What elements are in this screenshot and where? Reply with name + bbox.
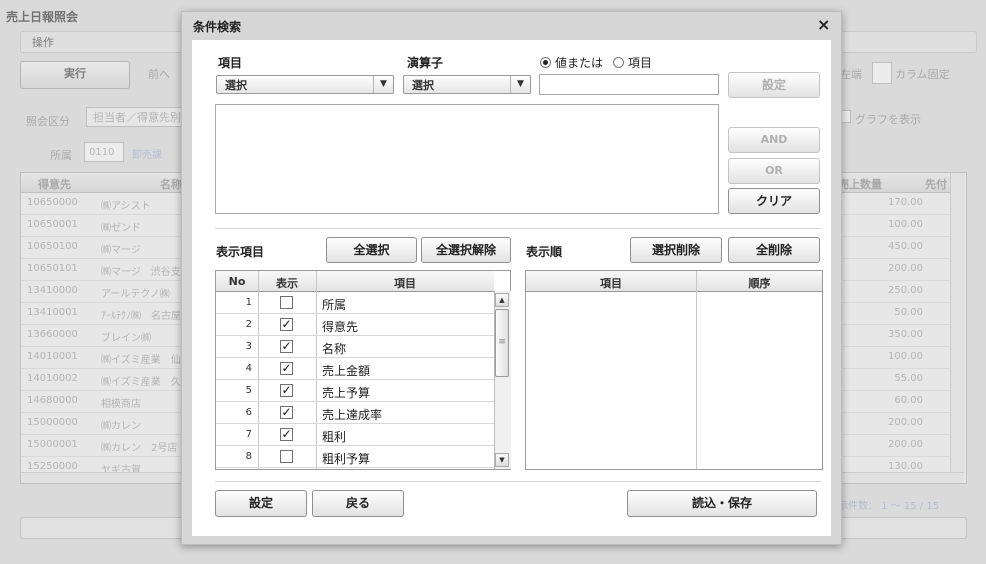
column-divider [696, 271, 697, 469]
condition-search-dialog: 条件検索 × 項目 演算子 値または 項目 選択 ▼ 選択 ▼ 設定 AND O… [181, 11, 842, 545]
field-select-value: 選択 [225, 79, 247, 92]
item-no: 7 [245, 429, 252, 440]
radio-item-label: 項目 [628, 56, 653, 70]
scroll-thumb[interactable]: ≡ [495, 309, 509, 377]
radio-value[interactable] [540, 57, 551, 68]
operator-select[interactable]: 選択 ▼ [403, 75, 531, 94]
list-item[interactable]: 3 ✓ 名称 [216, 336, 494, 358]
item-label: 所属 [322, 298, 347, 312]
header-item: 項目 [394, 277, 416, 290]
back-button[interactable]: 戻る [312, 490, 404, 517]
scroll-down-icon[interactable]: ▼ [495, 453, 509, 467]
condition-value-input[interactable] [539, 74, 719, 95]
close-icon[interactable]: × [817, 15, 830, 34]
header-show: 表示 [276, 277, 298, 290]
show-checkbox[interactable]: ✓ [280, 428, 293, 441]
chevron-down-icon: ▼ [510, 76, 530, 93]
item-label: 粗利 [322, 430, 347, 444]
item-label: 売上金額 [322, 364, 371, 378]
item-no: 4 [245, 363, 252, 374]
item-no: 3 [245, 341, 252, 352]
item-label: 粗利予算 [322, 452, 371, 466]
show-checkbox[interactable] [280, 450, 293, 463]
footer-set-button[interactable]: 設定 [215, 490, 307, 517]
load-save-button[interactable]: 読込・保存 [627, 490, 817, 517]
dialog-title: 条件検索 [193, 20, 242, 34]
header-order-item: 項目 [600, 277, 622, 290]
list-item[interactable]: 7 ✓ 粗利 [216, 424, 494, 446]
display-order-label: 表示順 [526, 245, 563, 259]
list-item[interactable]: 8 粗利予算 [216, 446, 494, 468]
item-label: 得意先 [322, 320, 359, 334]
clear-button[interactable]: クリア [728, 188, 820, 214]
show-checkbox[interactable]: ✓ [280, 362, 293, 375]
display-items-table: No 表示 項目 1 所属 2 ✓ 得意先 3 ✓ 名称 4 ✓ 売上金額 5 ✓ 売上予算 6 ✓ 売上達成率… [215, 270, 511, 470]
condition-textarea[interactable] [215, 104, 719, 214]
show-checkbox[interactable] [280, 296, 293, 309]
operator-select-value: 選択 [412, 79, 434, 92]
and-button[interactable]: AND [728, 127, 820, 153]
display-items-label: 表示項目 [216, 245, 265, 259]
footer-divider [215, 481, 821, 482]
section-divider [215, 228, 821, 229]
show-checkbox[interactable]: ✓ [280, 318, 293, 331]
chevron-down-icon: ▼ [373, 76, 393, 93]
dialog-body: 項目 演算子 値または 項目 選択 ▼ 選択 ▼ 設定 AND OR クリア 表… [192, 40, 831, 536]
field-select[interactable]: 選択 ▼ [216, 75, 394, 94]
or-button[interactable]: OR [728, 158, 820, 184]
item-label: 名称 [322, 342, 347, 356]
scroll-up-icon[interactable]: ▲ [495, 293, 509, 307]
show-checkbox[interactable]: ✓ [280, 340, 293, 353]
item-no: 6 [245, 407, 252, 418]
condition-set-button[interactable]: 設定 [728, 72, 820, 98]
field-label: 項目 [218, 56, 243, 70]
item-no: 5 [245, 385, 252, 396]
item-no: 1 [245, 297, 252, 308]
list-item[interactable]: 4 ✓ 売上金額 [216, 358, 494, 380]
list-item[interactable]: 5 ✓ 売上予算 [216, 380, 494, 402]
list-item[interactable]: 6 ✓ 売上達成率 [216, 402, 494, 424]
radio-item[interactable] [613, 57, 624, 68]
remove-all-button[interactable]: 全削除 [728, 237, 820, 263]
list-item[interactable]: 1 所属 [216, 292, 494, 314]
show-checkbox[interactable]: ✓ [280, 406, 293, 419]
remove-selected-button[interactable]: 選択削除 [630, 237, 722, 263]
show-checkbox[interactable]: ✓ [280, 384, 293, 397]
item-no: 8 [245, 451, 252, 462]
display-order-table: 項目 順序 [525, 270, 823, 470]
list-item[interactable]: 2 ✓ 得意先 [216, 314, 494, 336]
item-no: 2 [245, 319, 252, 330]
operator-label: 演算子 [407, 56, 444, 70]
radio-value-label: 値または [555, 56, 604, 70]
select-all-button[interactable]: 全選択 [326, 237, 417, 263]
header-order: 順序 [748, 277, 771, 290]
header-no: No [228, 275, 246, 288]
deselect-all-button[interactable]: 全選択解除 [421, 237, 511, 263]
item-label: 売上予算 [322, 386, 371, 400]
item-label: 売上達成率 [322, 408, 383, 422]
